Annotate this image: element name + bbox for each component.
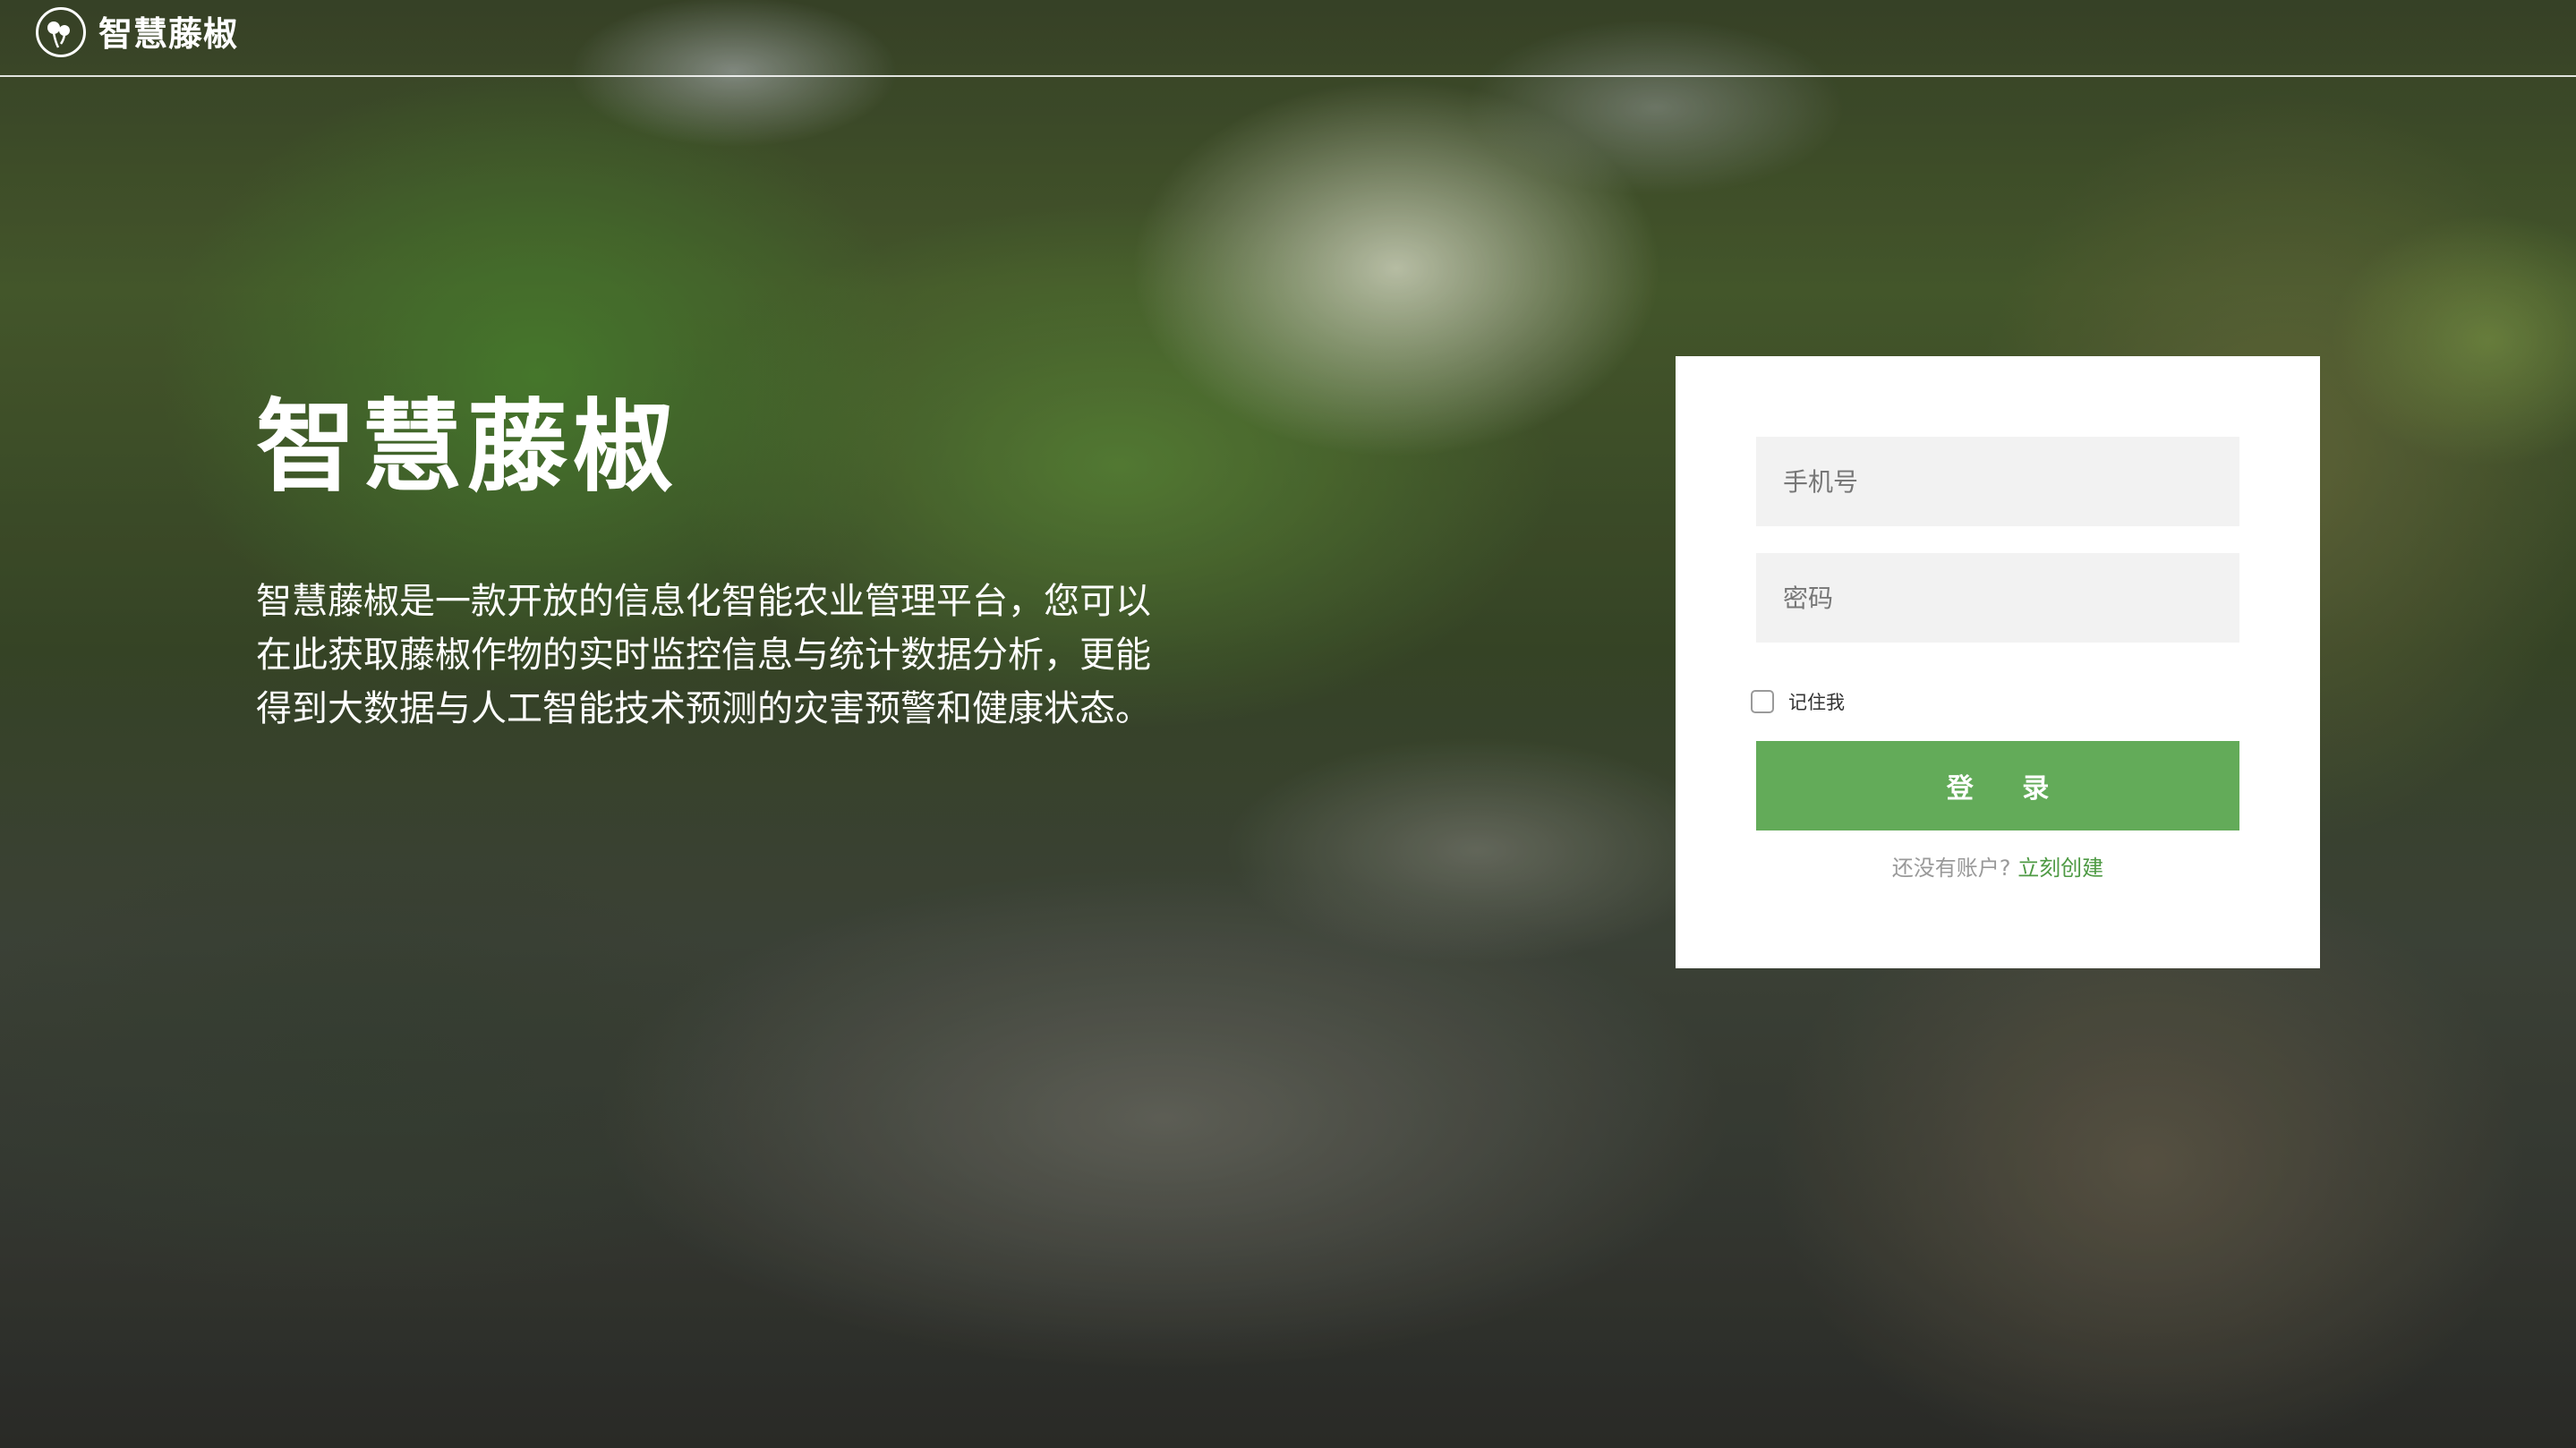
login-card: 记住我 登 录 还没有账户? 立刻创建 xyxy=(1676,356,2320,968)
phone-input[interactable] xyxy=(1756,437,2239,526)
hero-description: 智慧藤椒是一款开放的信息化智能农业管理平台，您可以在此获取藤椒作物的实时监控信息… xyxy=(256,581,1151,729)
hero-title: 智慧藤椒 xyxy=(256,389,678,506)
login-button[interactable]: 登 录 xyxy=(1756,741,2239,830)
remember-checkbox[interactable] xyxy=(1751,690,1774,713)
brand-name[interactable]: 智慧藤椒 xyxy=(98,14,238,54)
remember-label: 记住我 xyxy=(1788,692,1845,713)
pepper-leaf-logo-icon xyxy=(36,7,86,57)
signup-link[interactable]: 立刻创建 xyxy=(2017,856,2103,881)
password-input[interactable] xyxy=(1756,553,2239,643)
signup-row: 还没有账户? 立刻创建 xyxy=(1676,854,2320,882)
signup-prompt: 还没有账户? xyxy=(1891,856,2011,881)
remember-me[interactable]: 记住我 xyxy=(1751,687,1845,716)
top-bar: 智慧藤椒 xyxy=(0,0,2576,77)
